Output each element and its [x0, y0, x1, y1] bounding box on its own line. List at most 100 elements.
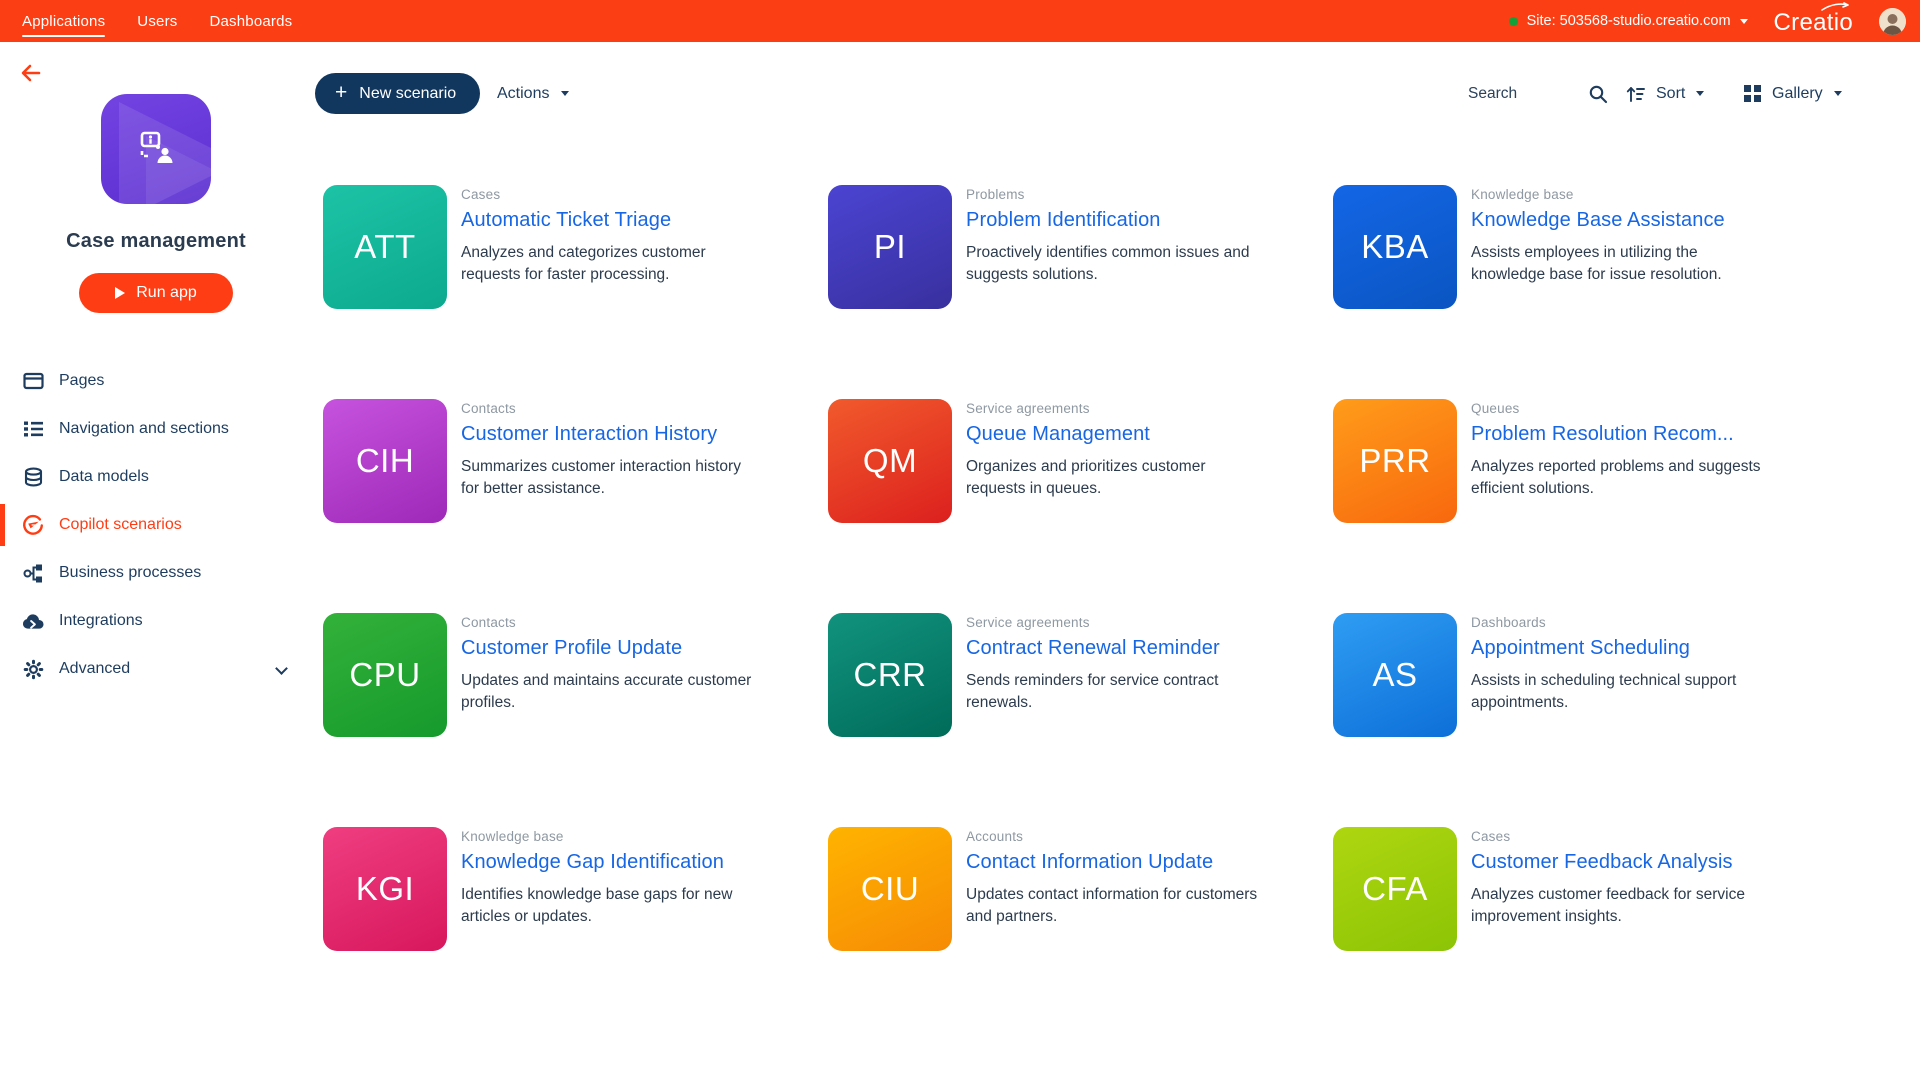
- scenario-tile[interactable]: CIU: [828, 827, 952, 951]
- scenario-description: Organizes and prioritizes customer reque…: [966, 456, 1258, 501]
- search-box: [1468, 73, 1608, 114]
- scenario-description: Proactively identifies common issues and…: [966, 242, 1258, 287]
- scenario-tile[interactable]: CRR: [828, 613, 952, 737]
- top-bar: Applications Users Dashboards Site: 5035…: [0, 0, 1920, 42]
- site-label: Site: 503568-studio.creatio.com: [1527, 13, 1731, 29]
- top-navigation: Applications Users Dashboards: [22, 0, 292, 42]
- caret-down-icon: [561, 91, 569, 96]
- scenario-card[interactable]: CIH Contacts Customer Interaction Histor…: [323, 399, 784, 523]
- scenario-title-link[interactable]: Appointment Scheduling: [1471, 637, 1763, 660]
- scenario-category: Dashboards: [1471, 615, 1763, 630]
- scenario-category: Contacts: [461, 401, 753, 416]
- business-processes-icon: [22, 562, 44, 584]
- scenario-card[interactable]: CIU Accounts Contact Information Update …: [828, 827, 1289, 951]
- scenario-tile[interactable]: ATT: [323, 185, 447, 309]
- data-models-icon: [22, 466, 44, 488]
- top-nav-dashboards[interactable]: Dashboards: [209, 0, 292, 42]
- scenario-tile[interactable]: CPU: [323, 613, 447, 737]
- sidebar-menu: Pages Navigation and sections Data model…: [0, 357, 312, 693]
- scenario-tile[interactable]: CIH: [323, 399, 447, 523]
- scenario-card[interactable]: QM Service agreements Queue Management O…: [828, 399, 1289, 523]
- user-avatar[interactable]: [1879, 8, 1906, 35]
- pages-icon: [22, 370, 44, 392]
- scenario-description: Updates contact information for customer…: [966, 884, 1258, 929]
- scenario-category: Service agreements: [966, 615, 1258, 630]
- scenario-tile[interactable]: KGI: [323, 827, 447, 951]
- top-nav-applications[interactable]: Applications: [22, 0, 105, 42]
- scenario-card[interactable]: CFA Cases Customer Feedback Analysis Ana…: [1333, 827, 1794, 951]
- caret-down-icon: [1696, 91, 1704, 96]
- site-selector[interactable]: Site: 503568-studio.creatio.com: [1509, 13, 1748, 29]
- top-nav-users[interactable]: Users: [137, 0, 177, 42]
- scenario-tile[interactable]: AS: [1333, 613, 1457, 737]
- scenario-card[interactable]: CPU Contacts Customer Profile Update Upd…: [323, 613, 784, 737]
- scenario-title-link[interactable]: Customer Profile Update: [461, 637, 753, 660]
- sidebar-item-advanced[interactable]: Advanced: [0, 645, 312, 693]
- advanced-icon: [22, 658, 44, 680]
- topbar-right: Site: 503568-studio.creatio.com Creatio: [1509, 5, 1906, 37]
- gallery-view-dropdown[interactable]: Gallery: [1744, 73, 1842, 114]
- scenario-description: Sends reminders for service contract ren…: [966, 670, 1258, 715]
- scenario-card[interactable]: KGI Knowledge base Knowledge Gap Identif…: [323, 827, 784, 951]
- sidebar-item-integrations[interactable]: Integrations: [0, 597, 312, 645]
- back-button[interactable]: [18, 60, 46, 88]
- scenario-title-link[interactable]: Problem Resolution Recom...: [1471, 423, 1763, 446]
- play-icon: [115, 287, 125, 299]
- creatio-logo: Creatio: [1774, 5, 1853, 37]
- scenario-description: Assists employees in utilizing the knowl…: [1471, 242, 1763, 287]
- scenario-description: Analyzes customer feedback for service i…: [1471, 884, 1763, 929]
- scenario-tile[interactable]: KBA: [1333, 185, 1457, 309]
- scenario-title-link[interactable]: Automatic Ticket Triage: [461, 209, 753, 232]
- scenario-card[interactable]: CRR Service agreements Contract Renewal …: [828, 613, 1289, 737]
- plus-icon: +: [335, 82, 347, 103]
- scenario-card[interactable]: PRR Queues Problem Resolution Recom... A…: [1333, 399, 1794, 523]
- avatar-person-icon: [1879, 8, 1906, 35]
- scenario-title-link[interactable]: Contract Renewal Reminder: [966, 637, 1258, 660]
- sidebar-item-data-models[interactable]: Data models: [0, 453, 312, 501]
- scenario-title-link[interactable]: Knowledge Gap Identification: [461, 851, 753, 874]
- sort-dropdown[interactable]: Sort: [1626, 73, 1704, 114]
- scenario-tile[interactable]: QM: [828, 399, 952, 523]
- scenario-description: Assists in scheduling technical support …: [1471, 670, 1763, 715]
- sidebar-item-copilot-scenarios[interactable]: Copilot scenarios: [0, 501, 312, 549]
- sort-icon: [1626, 85, 1645, 103]
- search-input[interactable]: [1468, 85, 1564, 103]
- app-icon: [101, 94, 211, 204]
- sidebar-item-pages[interactable]: Pages: [0, 357, 312, 405]
- sidebar-item-navigation-and-sections[interactable]: Navigation and sections: [0, 405, 312, 453]
- scenario-tile[interactable]: PRR: [1333, 399, 1457, 523]
- gallery-grid-icon: [1744, 85, 1761, 102]
- sidebar: Case management Run app Pages Navigation…: [0, 42, 312, 1080]
- app-title: Case management: [0, 230, 312, 253]
- scenario-title-link[interactable]: Problem Identification: [966, 209, 1258, 232]
- scenario-title-link[interactable]: Contact Information Update: [966, 851, 1258, 874]
- scenario-tile[interactable]: PI: [828, 185, 952, 309]
- search-icon[interactable]: [1588, 84, 1608, 104]
- scenario-title-link[interactable]: Queue Management: [966, 423, 1258, 446]
- actions-dropdown[interactable]: Actions: [497, 73, 569, 114]
- scenario-card[interactable]: ATT Cases Automatic Ticket Triage Analyz…: [323, 185, 784, 309]
- scenario-category: Problems: [966, 187, 1258, 202]
- scenario-title-link[interactable]: Customer Feedback Analysis: [1471, 851, 1763, 874]
- scenario-title-link[interactable]: Knowledge Base Assistance: [1471, 209, 1763, 232]
- navigation-icon: [22, 418, 44, 440]
- scenario-tile[interactable]: CFA: [1333, 827, 1457, 951]
- scenario-card[interactable]: AS Dashboards Appointment Scheduling Ass…: [1333, 613, 1794, 737]
- scenario-grid: ATT Cases Automatic Ticket Triage Analyz…: [323, 185, 1794, 951]
- sidebar-item-business-processes[interactable]: Business processes: [0, 549, 312, 597]
- scenario-card[interactable]: PI Problems Problem Identification Proac…: [828, 185, 1289, 309]
- scenario-description: Summarizes customer interaction history …: [461, 456, 753, 501]
- new-scenario-button[interactable]: + New scenario: [315, 73, 480, 114]
- site-status-dot: [1509, 17, 1518, 26]
- scenario-category: Queues: [1471, 401, 1763, 416]
- back-arrow-icon: [18, 60, 44, 86]
- scenario-description: Analyzes and categorizes customer reques…: [461, 242, 753, 287]
- scenario-card[interactable]: KBA Knowledge base Knowledge Base Assist…: [1333, 185, 1794, 309]
- run-app-button[interactable]: Run app: [79, 273, 233, 313]
- chevron-down-icon[interactable]: [277, 660, 286, 678]
- scenario-description: Analyzes reported problems and suggests …: [1471, 456, 1763, 501]
- caret-down-icon: [1834, 91, 1842, 96]
- scenario-title-link[interactable]: Customer Interaction History: [461, 423, 753, 446]
- scenario-category: Service agreements: [966, 401, 1258, 416]
- scenario-description: Updates and maintains accurate customer …: [461, 670, 753, 715]
